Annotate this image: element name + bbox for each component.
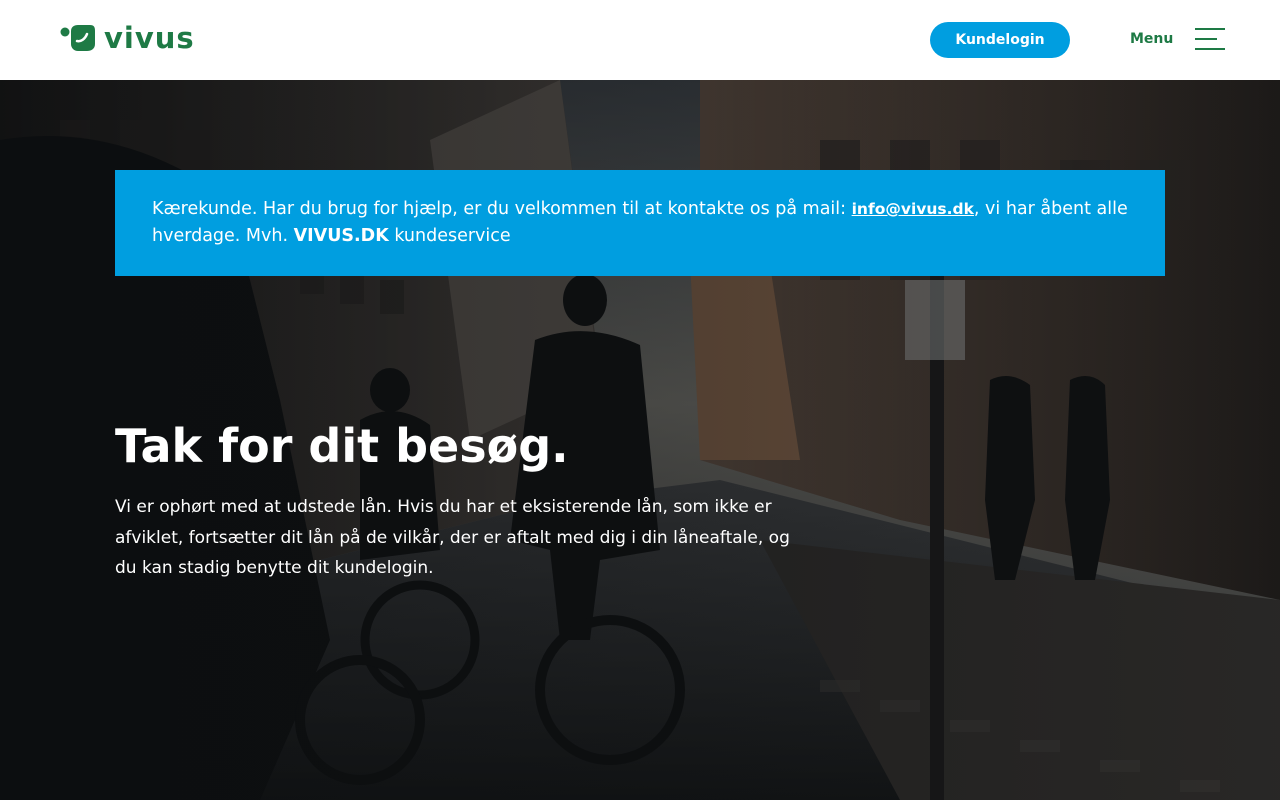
info-notice-banner: Kærekunde. Har du brug for hjælp, er du … bbox=[115, 170, 1165, 276]
hero-description: Vi er ophørt med at udstede lån. Hvis du… bbox=[115, 497, 790, 578]
site-header: vivus Kundelogin Menu bbox=[0, 0, 1280, 80]
support-email-link[interactable]: info@vivus.dk bbox=[852, 200, 974, 218]
leaf-logo-icon bbox=[60, 25, 95, 51]
hero-title: Tak for dit besøg. bbox=[115, 419, 569, 473]
notice-text-end: kundeservice bbox=[388, 226, 511, 246]
notice-text-start: Kærekunde. Har du brug for hjælp, er du … bbox=[152, 199, 852, 219]
logo-wordmark: vivus bbox=[104, 21, 195, 55]
vivus-logo[interactable]: vivus bbox=[60, 21, 195, 55]
hamburger-icon bbox=[1195, 27, 1226, 51]
customer-login-button[interactable]: Kundelogin bbox=[930, 22, 1070, 58]
menu-toggle[interactable]: Menu bbox=[1130, 26, 1226, 52]
hero-section: Kærekunde. Har du brug for hjælp, er du … bbox=[0, 80, 1280, 800]
menu-label: Menu bbox=[1130, 31, 1174, 47]
notice-brand: VIVUS.DK bbox=[293, 226, 389, 246]
